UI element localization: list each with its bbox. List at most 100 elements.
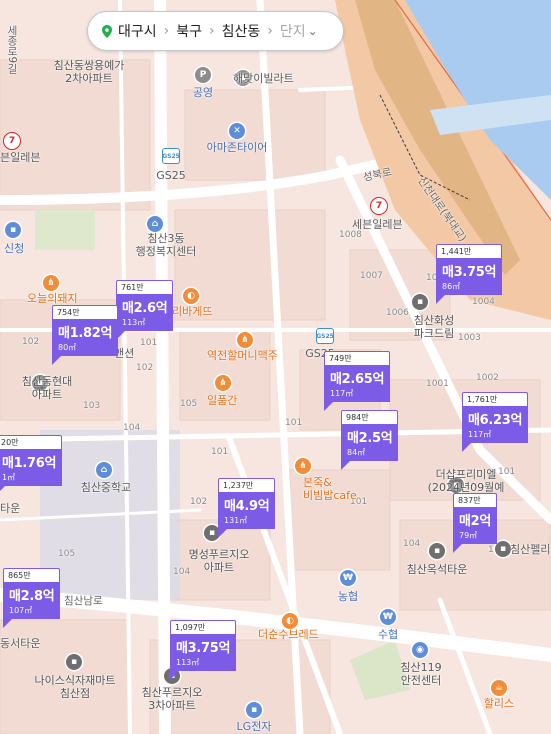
marker-tail bbox=[324, 402, 333, 411]
map-label-building: 1008 bbox=[339, 230, 362, 240]
map-label-building: 105 bbox=[180, 399, 198, 409]
marker-area: 1㎡ bbox=[2, 473, 16, 482]
map-label-parking: 공영 bbox=[192, 86, 214, 99]
cafe-icon: ☕ bbox=[491, 680, 507, 696]
map-label-building: 103 bbox=[83, 401, 101, 411]
marker-area: 86㎡ bbox=[442, 282, 461, 291]
building-icon: ▪ bbox=[5, 222, 21, 238]
map-label-road: 침산남로 bbox=[64, 595, 103, 607]
government-office-icon: ⌂ bbox=[147, 216, 163, 232]
fire-station-icon: ◉ bbox=[412, 642, 428, 658]
map-label-building: 102 bbox=[22, 337, 40, 347]
map-label-building: 102 bbox=[136, 363, 154, 373]
chevron-right-icon: › bbox=[267, 23, 273, 39]
marker-area: 113㎡ bbox=[176, 658, 200, 667]
map-base-layer bbox=[0, 0, 551, 734]
marker-area: 107㎡ bbox=[9, 606, 33, 615]
marker-area: 84㎡ bbox=[347, 448, 366, 457]
map-label-apartment[interactable]: 침산동현대 아파트 bbox=[22, 375, 73, 401]
map-label-building: 1003 bbox=[458, 333, 481, 343]
map-label-restaurant: 일품간 bbox=[207, 394, 238, 407]
parking-icon: P bbox=[195, 67, 211, 83]
apartment-icon: ▪ bbox=[412, 294, 428, 310]
map-label-apartment[interactable]: 침산펠리 bbox=[510, 543, 550, 556]
map-label-villa: 해맞이빌라트 bbox=[233, 72, 294, 85]
map-label-bakery: 리바게뜨 bbox=[172, 305, 213, 318]
price-marker[interactable]: 1,237만 매4.9억 131㎡ bbox=[218, 478, 276, 538]
marker-price: 매2.5억 bbox=[347, 431, 393, 446]
convenience-store-icon: 7 bbox=[3, 132, 21, 150]
restaurant-icon: ⋔ bbox=[43, 275, 59, 291]
map-label-apartment[interactable]: 침산화성 파크드림 bbox=[414, 314, 454, 340]
map-label-apartment[interactable]: 침산푸르지오 3차아파트 bbox=[142, 686, 203, 712]
map-label-apartment[interactable]: 동서타운 bbox=[0, 637, 40, 650]
marker-area: 80㎡ bbox=[58, 343, 77, 352]
map-label-store: 븐일레븐 bbox=[0, 151, 41, 164]
wrench-icon: ✕ bbox=[229, 123, 245, 139]
price-marker[interactable]: 1,761만 매6.23억 117㎡ bbox=[462, 392, 529, 452]
location-pin-icon bbox=[102, 24, 112, 38]
map-label-shop: 아마존타이어 bbox=[206, 141, 268, 154]
breadcrumb-region[interactable]: 대구시 bbox=[88, 21, 163, 41]
gs25-icon: GS25 bbox=[316, 328, 334, 344]
breadcrumb-type-label: 단지 bbox=[279, 24, 306, 40]
convenience-store-icon: 7 bbox=[370, 197, 388, 215]
map-label-bank: 농협 bbox=[337, 590, 359, 603]
marker-count: 865만 bbox=[3, 568, 61, 582]
map-label-apartment[interactable]: 침산옥석타운 bbox=[407, 563, 468, 576]
school-icon: ⌂ bbox=[96, 462, 112, 478]
price-marker[interactable]: 754만 매1.82억 80㎡ bbox=[52, 305, 119, 365]
map-label-store: GS25 bbox=[156, 169, 186, 182]
price-marker[interactable]: 837만 매2억 79㎡ bbox=[453, 493, 498, 553]
bank-icon: ₩ bbox=[380, 609, 396, 625]
map-label-building: 104 bbox=[123, 423, 141, 433]
price-marker[interactable]: 20만 매1.76억 1㎡ bbox=[0, 435, 63, 495]
marker-price: 매2.8억 bbox=[9, 589, 55, 604]
breadcrumb-type-dropdown[interactable]: 단지 ⌄ bbox=[274, 21, 324, 41]
marker-area: 131㎡ bbox=[224, 516, 248, 525]
map-label-apartment[interactable]: 타운 bbox=[0, 502, 20, 515]
map-label-cafe: 할리스 bbox=[483, 697, 515, 710]
marker-price: 매2.65억 bbox=[330, 372, 385, 387]
map-label-building: 1001 bbox=[426, 379, 449, 389]
restaurant-icon: ⋔ bbox=[215, 375, 231, 391]
map-label-building: 101 bbox=[211, 447, 229, 457]
marker-tail bbox=[0, 486, 5, 495]
bakery-icon: ◐ bbox=[282, 613, 298, 629]
price-marker[interactable]: 1,097만 매3.75억 113㎡ bbox=[170, 620, 237, 680]
map-label-building: 1007 bbox=[360, 271, 383, 281]
breadcrumb-district[interactable]: 북구 bbox=[170, 21, 208, 41]
price-marker[interactable]: 749만 매2.65억 117㎡ bbox=[324, 351, 391, 411]
marker-tail bbox=[52, 356, 61, 365]
marker-count: 20만 bbox=[0, 435, 63, 449]
map-label-restaurant: 역전할머니맥주 bbox=[207, 349, 278, 362]
marker-area: 117㎡ bbox=[468, 430, 492, 439]
chevron-right-icon: › bbox=[209, 23, 215, 39]
marker-count: 754만 bbox=[52, 305, 119, 319]
map-label-building: 102 bbox=[190, 497, 208, 507]
price-marker[interactable]: 984만 매2.5억 84㎡ bbox=[341, 410, 399, 470]
price-marker[interactable]: 1,441만 매3.75억 86㎡ bbox=[436, 244, 503, 304]
map-label-apartment[interactable]: 명성푸르지오 아파트 bbox=[189, 548, 250, 574]
chevron-right-icon: › bbox=[163, 23, 170, 39]
marker-count: 1,761만 bbox=[462, 392, 529, 406]
price-marker[interactable]: 865만 매2.8억 107㎡ bbox=[3, 568, 61, 628]
apartment-icon: ▪ bbox=[429, 543, 445, 559]
marker-price: 매6.23억 bbox=[468, 413, 523, 428]
marker-price: 매4.9억 bbox=[224, 499, 270, 514]
map-label-apartment[interactable]: 침산동쌍용예가 2차아파트 bbox=[54, 59, 125, 85]
price-marker[interactable]: 761만 매2.6억 113㎡ bbox=[116, 280, 174, 340]
map-label-school: 침산중학교 bbox=[80, 481, 132, 494]
map-label-restaurant: 오늘의돼지 bbox=[27, 292, 78, 305]
breadcrumb-dong[interactable]: 침산동 bbox=[216, 21, 267, 41]
marker-tail bbox=[218, 529, 227, 538]
bank-icon: ₩ bbox=[340, 570, 356, 586]
bakery-icon: ◐ bbox=[183, 288, 199, 304]
breadcrumb-district-label: 북구 bbox=[176, 24, 203, 40]
map-canvas[interactable]: 대구시 › 북구 › 침산동 › 단지 ⌄ 침산동쌍용예가 2차아파트 세종로9… bbox=[0, 0, 551, 734]
marker-count: 761만 bbox=[116, 280, 174, 294]
marker-price: 매2억 bbox=[459, 514, 492, 529]
cart-icon: ▪ bbox=[66, 654, 82, 670]
map-label-bank: 수협 bbox=[377, 628, 399, 641]
map-label-building: 101 bbox=[140, 338, 158, 348]
